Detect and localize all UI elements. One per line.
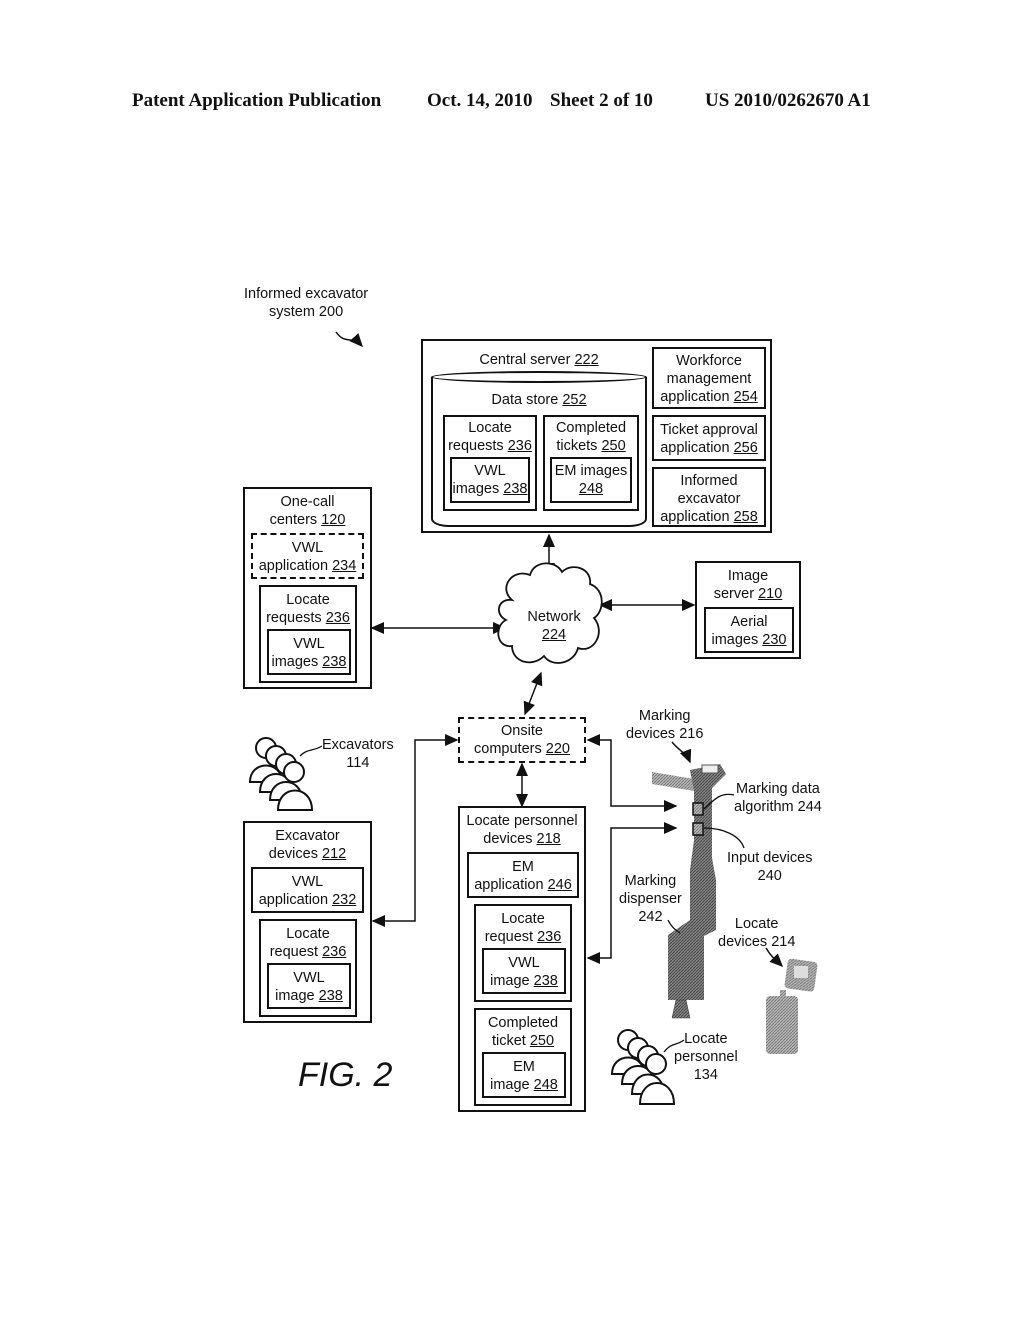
excavators-label: Excavators 114 — [322, 737, 394, 771]
lpd-completed-ticket-box[interactable]: Completed ticket 250 EM image 248 — [474, 1008, 572, 1106]
workforce-app-box[interactable]: Workforce management application 254 — [652, 347, 766, 409]
ticket-approval-label: Ticket approval application 256 — [660, 422, 758, 456]
image-server-box[interactable]: Image server 210 Aerial images 230 — [695, 561, 801, 659]
system-pointer-arrow — [335, 331, 364, 348]
excavator-devices-box[interactable]: Excavator devices 212 VWL application 232 … — [243, 821, 372, 1023]
ds-completed-tickets-label: Completed tickets 250 — [555, 420, 627, 454]
input-chip — [692, 822, 704, 836]
lpd-vwl-image-label: VWL image 238 — [490, 955, 558, 989]
marking-dispenser-label: Marking dispenser 242 — [619, 873, 682, 925]
marking-devices-pointer — [671, 741, 692, 764]
workforce-app-label: Workforce management application 254 — [660, 353, 758, 405]
algorithm-chip — [692, 802, 704, 816]
lpd-em-image-label: EM image 248 — [490, 1059, 558, 1093]
onsite-computers-label: Onsite computers 220 — [474, 723, 570, 757]
locate-devices-label: Locate devices 214 — [718, 916, 796, 950]
excavator-locate-request-box[interactable]: Locate request 236 VWL image 238 — [259, 919, 357, 1017]
locate-personnel-devices-box[interactable]: Locate personnel devices 218 EM applicatio… — [458, 806, 586, 1112]
ds-vwl-images-label: VWL images 238 — [452, 463, 528, 497]
ds-locate-requests-box[interactable]: Locate requests 236 VWL images 238 — [443, 415, 537, 511]
em-app-box[interactable]: EM application 246 — [467, 852, 579, 898]
em-app-label: EM application 246 — [474, 859, 572, 893]
onsite-marking-link — [586, 734, 678, 812]
input-devices-label: Input devices 240 — [727, 850, 813, 884]
excavators-pointer — [299, 745, 323, 757]
excavator-vwl-app-label: VWL application 232 — [258, 874, 357, 908]
image-server-label: Image server 210 — [713, 568, 783, 602]
ds-em-images-box[interactable]: EM images 248 — [550, 457, 632, 503]
data-store-cylinder[interactable]: Data store 252 Locate requests 236 VWL ima… — [431, 371, 647, 527]
lpd-locate-request-box[interactable]: Locate request 236 VWL image 238 — [474, 904, 572, 1002]
onecall-locate-requests-label: Locate requests 236 — [266, 592, 350, 626]
excavator-vwl-image-label: VWL image 238 — [275, 970, 343, 1004]
excavator-vwl-image-box[interactable]: VWL image 238 — [267, 963, 351, 1009]
data-store-title: Data store 252 — [491, 392, 587, 408]
informed-excavator-app-label: Informed excavator application 258 — [660, 473, 758, 525]
lpd-completed-ticket-label: Completed ticket 250 — [487, 1015, 559, 1049]
ds-locate-requests-label: Locate requests 236 — [448, 420, 532, 454]
informed-excavator-app-box[interactable]: Informed excavator application 258 — [652, 467, 766, 527]
network-onsite-link — [523, 671, 543, 716]
aerial-images-box[interactable]: Aerial images 230 — [704, 607, 794, 653]
aerial-images-label: Aerial images 230 — [711, 614, 787, 648]
locate-personnel-people-icon — [610, 1029, 676, 1105]
excavator-vwl-app-box[interactable]: VWL application 232 — [251, 867, 364, 913]
locate-device-icon — [766, 958, 818, 1054]
central-server-box[interactable]: Central server 222 Data store 252 Locate… — [421, 339, 772, 533]
central-server-title: Central server 222 — [479, 352, 599, 368]
lpd-vwl-image-box[interactable]: VWL image 238 — [482, 948, 566, 994]
onecall-locate-requests-box[interactable]: Locate requests 236 VWL images 238 — [259, 585, 357, 683]
excavators-people-icon — [248, 737, 314, 811]
one-call-centers-box[interactable]: One-call centers 120 VWL application 234 L… — [243, 487, 372, 689]
ds-em-images-label: EM images 248 — [554, 463, 628, 497]
marking-devices-label: Marking devices 216 — [626, 708, 704, 742]
marking-algorithm-label: Marking data algorithm 244 — [734, 781, 822, 815]
lpd-em-image-box[interactable]: EM image 248 — [482, 1052, 566, 1098]
excavator-locate-request-label: Locate request 236 — [269, 926, 347, 960]
figure-label: FIG. 2 — [298, 1056, 393, 1094]
onecall-vwl-app-box[interactable]: VWL application 234 — [251, 533, 364, 579]
ds-completed-tickets-box[interactable]: Completed tickets 250 EM images 248 — [543, 415, 639, 511]
network-label: Network 224 — [527, 609, 581, 643]
onecall-vwl-app-label: VWL application 234 — [258, 540, 357, 574]
lpd-locate-request-label: Locate request 236 — [484, 911, 562, 945]
excavator-devices-label: Excavator devices 212 — [268, 828, 347, 862]
locate-personnel-devices-label: Locate personnel devices 218 — [466, 813, 578, 847]
connector-layer — [248, 331, 818, 1105]
locate-personnel-label: Locate personnel 134 — [674, 1031, 738, 1083]
ds-vwl-images-box[interactable]: VWL images 238 — [450, 457, 530, 503]
system-label: Informed excavator system 200 — [244, 286, 369, 320]
onsite-computers-box[interactable]: Onsite computers 220 — [458, 717, 586, 763]
one-call-label: One-call centers 120 — [269, 494, 346, 528]
onecall-vwl-images-box[interactable]: VWL images 238 — [267, 629, 351, 675]
onecall-vwl-images-label: VWL images 238 — [271, 636, 347, 670]
cylinder-top — [431, 371, 647, 383]
ticket-approval-box[interactable]: Ticket approval application 256 — [652, 415, 766, 461]
